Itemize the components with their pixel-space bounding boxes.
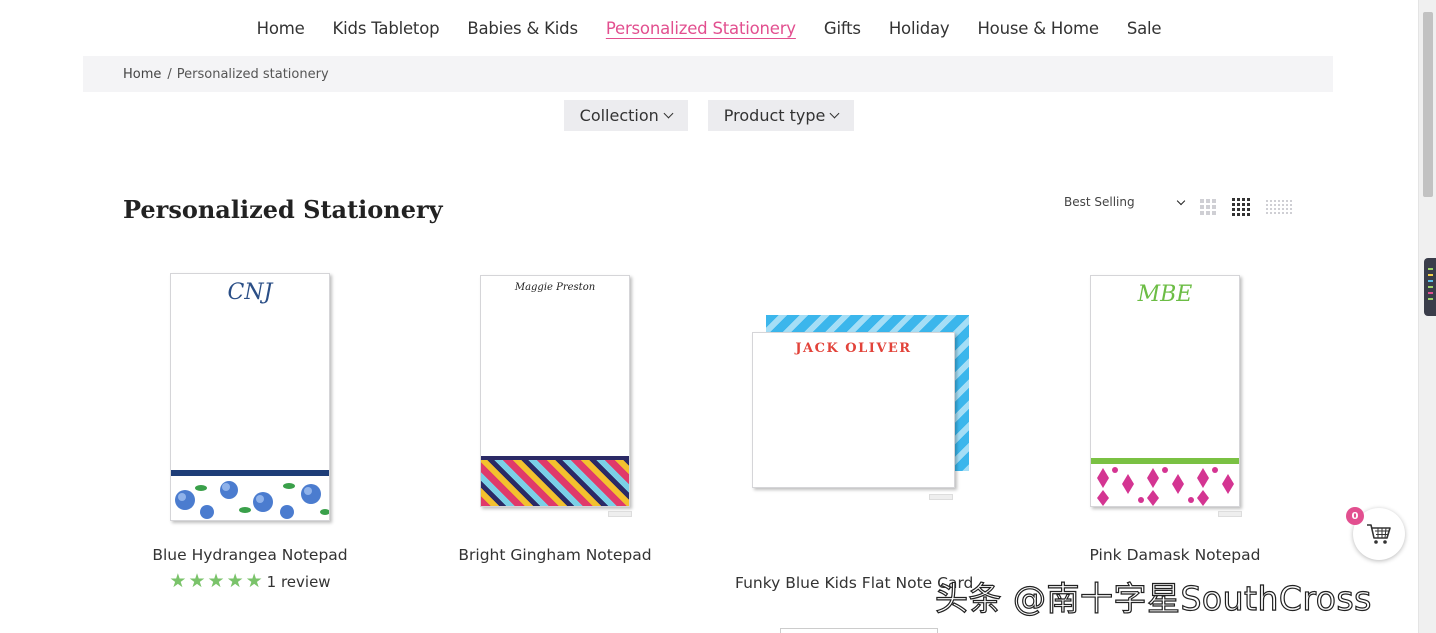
chevron-down-icon [663,108,674,119]
brand-logo-tag [929,494,953,500]
filter-bar: Collection Product type [0,100,1418,131]
scrollbar-thumb[interactable] [1423,12,1433,197]
watermark-text: 头条 @南十字星SouthCross [934,578,1372,618]
next-product-image-edge [780,628,938,633]
grid-6-icon[interactable] [1266,200,1292,214]
shopping-cart-icon [1367,524,1391,544]
product-image[interactable]: CNJ [170,273,330,521]
chevron-down-icon [1176,196,1186,205]
breadcrumb-home-link[interactable]: Home [123,67,161,82]
grid-4-icon[interactable] [1232,198,1250,216]
product-monogram: JACK OLIVER [795,341,912,356]
nav-item-sale[interactable]: Sale [1113,19,1176,38]
nav-item-gifts[interactable]: Gifts [810,19,875,38]
brand-logo-tag [1218,511,1242,517]
nav-item-home[interactable]: Home [243,19,319,38]
product-name-link[interactable]: Blue Hydrangea Notepad [120,546,380,564]
nav-item-babies-kids[interactable]: Babies & Kids [453,19,591,38]
sort-select[interactable]: Best Selling [1060,192,1188,212]
breadcrumb: Home / Personalized stationery [83,56,1333,92]
view-toggle-group [1200,198,1292,216]
star-icon: ★ [169,571,187,592]
note-card-graphic: JACK OLIVER [752,332,955,488]
notepad-graphic: Maggie Preston [480,275,630,507]
gingham-pattern [481,456,629,506]
grid-3-icon[interactable] [1200,199,1216,215]
product-rating: ★ ★ ★ ★ ★ 1 review [120,572,380,591]
product-card: MBE Pink Damask Notepad [1035,270,1295,570]
star-icon: ★ [226,571,244,592]
main-nav: Home Kids Tabletop Babies & Kids Persona… [0,0,1418,56]
nav-item-holiday[interactable]: Holiday [875,19,964,38]
notepad-graphic: MBE [1090,275,1240,507]
product-name-link[interactable]: Bright Gingham Notepad [425,546,685,564]
product-type-filter-button[interactable]: Product type [707,100,855,131]
breadcrumb-current: Personalized stationery [176,66,329,82]
page-title: Personalized Stationery [123,195,443,224]
hydrangea-pattern [171,470,329,520]
page-scrollbar[interactable] [1418,0,1436,633]
notepad-graphic: CNJ [170,273,330,521]
product-monogram: MBE [1137,282,1193,307]
collection-filter-label: Collection [579,106,659,125]
sort-selected-value: Best Selling [1064,195,1135,209]
star-icon: ★ [207,571,225,592]
product-type-filter-label: Product type [723,106,826,125]
star-icon: ★ [245,571,263,592]
product-monogram: Maggie Preston [514,282,596,293]
product-image[interactable]: Maggie Preston [480,275,632,519]
brand-logo-tag [608,511,632,517]
nav-item-personalized-stationery[interactable]: Personalized Stationery [592,19,810,38]
damask-pattern [1091,458,1239,506]
side-widget-tab[interactable] [1424,258,1436,316]
product-image[interactable]: JACK OLIVER [752,315,972,505]
star-icon: ★ [188,571,206,592]
nav-item-kids-tabletop[interactable]: Kids Tabletop [319,19,454,38]
product-name-link[interactable]: Pink Damask Notepad [1035,546,1295,564]
product-card: JACK OLIVER Funky Blue Kids Flat Note Ca… [725,300,985,600]
chevron-down-icon [829,108,840,119]
product-card: CNJ Blue Hydrangea Notepad ★ ★ ★ ★ ★ 1 r… [120,270,380,600]
breadcrumb-separator: / [167,66,172,82]
collection-filter-button[interactable]: Collection [563,100,688,131]
product-image[interactable]: MBE [1090,275,1242,519]
product-monogram: CNJ [227,280,273,305]
cart-count-badge: 0 [1346,507,1364,525]
product-card: Maggie Preston Bright Gingham Notepad [425,270,685,570]
review-count[interactable]: 1 review [267,573,331,591]
nav-item-house-home[interactable]: House & Home [963,19,1112,38]
